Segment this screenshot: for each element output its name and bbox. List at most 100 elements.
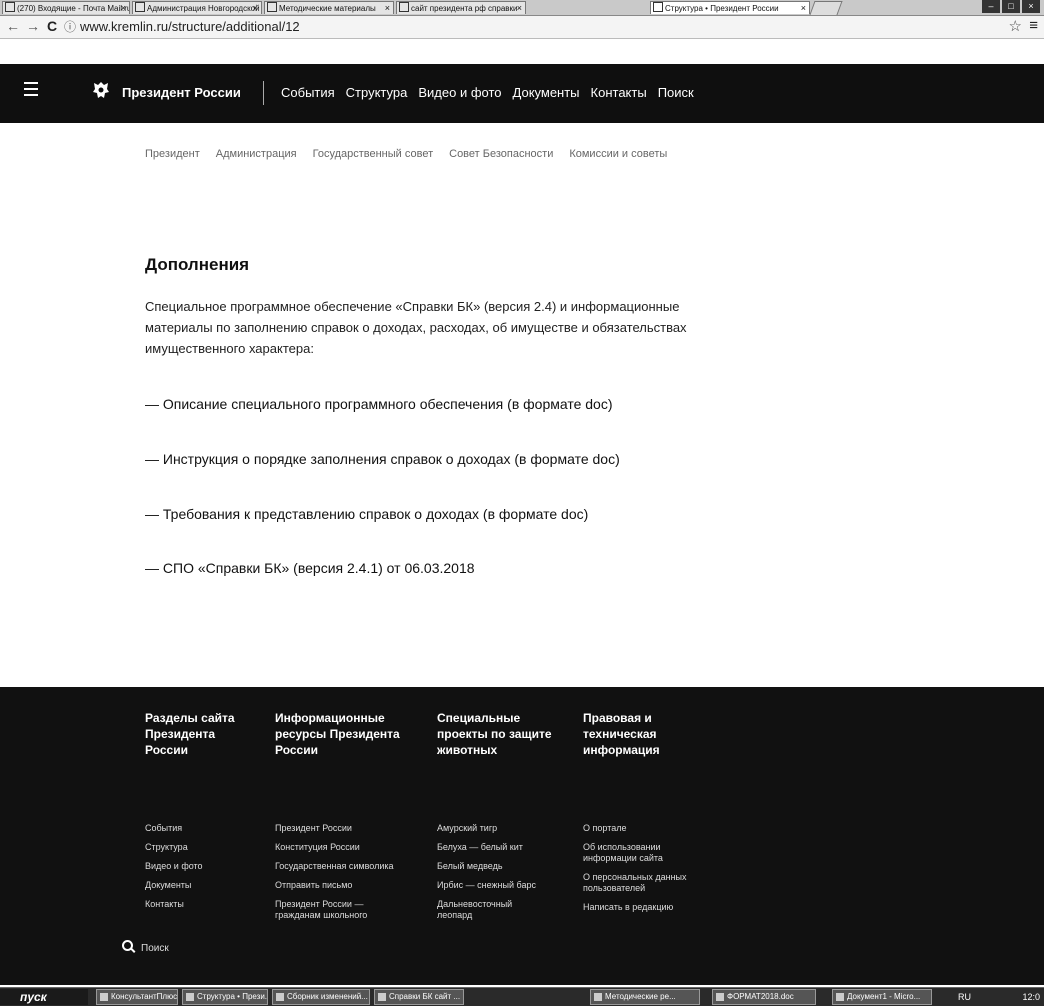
emblem-icon[interactable]: [92, 80, 110, 100]
start-button[interactable]: пуск: [0, 989, 88, 1005]
footer-link[interactable]: Конституция России: [275, 842, 395, 853]
maximize-icon[interactable]: □: [1002, 0, 1020, 13]
main-nav: События Структура Видео и фото Документы…: [281, 85, 694, 100]
os-taskbar: пуск КонсультантПлюс Структура • Прези..…: [0, 987, 1044, 1006]
footer-link[interactable]: Амурский тигр: [437, 823, 547, 834]
taskbar-item[interactable]: Документ1 - Micro...: [832, 989, 932, 1005]
site-header: Президент России События Структура Видео…: [0, 64, 1044, 123]
hamburger-menu-icon[interactable]: [24, 82, 38, 100]
tab-label: Структура • Президент России: [665, 4, 779, 13]
footer-link[interactable]: Документы: [145, 880, 285, 891]
footer-link[interactable]: Президент России — гражданам школьного: [275, 899, 395, 921]
site-title[interactable]: Президент России: [122, 85, 241, 100]
tab-label: Методические материалы: [279, 4, 376, 13]
footer-heading: Разделы сайта Президента России: [145, 711, 235, 757]
sub-nav: Президент Администрация Государственный …: [145, 148, 667, 160]
mail-icon: [5, 2, 15, 12]
language-indicator[interactable]: RU: [958, 989, 971, 1005]
close-icon[interactable]: ×: [385, 2, 390, 14]
footer-heading: Правовая и техническая информация: [583, 711, 660, 757]
footer-link[interactable]: События: [145, 823, 285, 834]
browser-tab[interactable]: сайт президента рф справки ×: [396, 1, 526, 14]
page-icon: [135, 2, 145, 12]
tab-label: сайт президента рф справки: [411, 4, 518, 13]
doc-link-requirements[interactable]: — Требования к представлению справок о д…: [145, 506, 588, 522]
browser-tab-bar: (270) Входящие - Почта Mail.ru × Админист…: [0, 0, 1044, 16]
subnav-president[interactable]: Президент: [145, 148, 200, 160]
new-tab-button[interactable]: [809, 1, 843, 15]
footer-link[interactable]: Структура: [145, 842, 285, 853]
title-divider: [263, 81, 264, 105]
footer-link[interactable]: Дальневосточный леопард: [437, 899, 547, 921]
footer-link[interactable]: Президент России: [275, 823, 395, 834]
minimize-icon[interactable]: –: [982, 0, 1000, 13]
browser-menu-icon[interactable]: ≡: [1029, 17, 1038, 34]
taskbar-item[interactable]: Структура • Прези...: [182, 989, 268, 1005]
page-title: Дополнения: [145, 255, 250, 274]
close-icon[interactable]: ×: [801, 2, 806, 14]
browser-tab[interactable]: Администрация Новгородской ×: [132, 1, 262, 14]
reload-icon[interactable]: C: [47, 18, 57, 34]
site-footer: Разделы сайта Президента России События …: [0, 687, 1044, 985]
nav-video-photo[interactable]: Видео и фото: [418, 85, 501, 100]
subnav-administration[interactable]: Администрация: [216, 148, 297, 160]
footer-link[interactable]: Об использовании информации сайта: [583, 842, 703, 864]
nav-structure[interactable]: Структура: [346, 85, 408, 100]
footer-link[interactable]: Ирбис — снежный барс: [437, 880, 547, 891]
window-controls: – □ ×: [982, 0, 1040, 15]
footer-link[interactable]: О портале: [583, 823, 703, 834]
footer-link[interactable]: Белуха — белый кит: [437, 842, 547, 853]
doc-link-software[interactable]: — СПО «Справки БК» (версия 2.4.1) от 06.…: [145, 560, 475, 576]
nav-search[interactable]: Поиск: [658, 85, 694, 100]
footer-link[interactable]: О персональных данных пользователей: [583, 872, 703, 894]
back-icon[interactable]: ←: [6, 18, 20, 34]
url-field[interactable]: www.kremlin.ru/structure/additional/12: [80, 19, 300, 34]
close-icon[interactable]: ×: [253, 2, 258, 14]
bookmark-star-icon[interactable]: ☆: [1009, 17, 1022, 35]
taskbar-item[interactable]: ФОРМАТ2018.doc: [712, 989, 816, 1005]
nav-events[interactable]: События: [281, 85, 335, 100]
footer-heading: Специальные проекты по защите животных: [437, 711, 552, 757]
tab-label: Администрация Новгородской: [147, 4, 260, 13]
close-window-icon[interactable]: ×: [1022, 0, 1040, 13]
close-icon[interactable]: ×: [121, 2, 126, 14]
subnav-commissions[interactable]: Комиссии и советы: [569, 148, 667, 160]
footer-link[interactable]: Написать в редакцию: [583, 902, 703, 913]
info-icon[interactable]: ⓘ: [64, 18, 76, 35]
footer-column-legal: Правовая и техническая информация О порт…: [583, 710, 698, 912]
footer-link[interactable]: Государственная символика: [275, 861, 395, 872]
subnav-state-council[interactable]: Государственный совет: [313, 148, 434, 160]
page-icon: [267, 2, 277, 12]
address-bar: ← → C ⓘ www.kremlin.ru/structure/additio…: [0, 16, 1044, 39]
footer-search-label: Поиск: [141, 943, 169, 954]
footer-heading: Информационные ресурсы Президента России: [275, 711, 400, 757]
page-icon: [653, 2, 663, 12]
footer-link[interactable]: Белый медведь: [437, 861, 547, 872]
footer-column-animals: Специальные проекты по защите животных А…: [437, 710, 562, 920]
footer-link[interactable]: Отправить письмо: [275, 880, 395, 891]
browser-tab[interactable]: (270) Входящие - Почта Mail.ru ×: [2, 1, 130, 14]
search-icon: [122, 940, 133, 951]
intro-text: Специальное программное обеспечение «Спр…: [145, 299, 687, 356]
nav-contacts[interactable]: Контакты: [591, 85, 647, 100]
taskbar-item[interactable]: КонсультантПлюс: [96, 989, 178, 1005]
google-icon: [399, 2, 409, 12]
tab-label: (270) Входящие - Почта Mail.ru: [17, 4, 130, 13]
taskbar-item[interactable]: Сборник изменений...: [272, 989, 370, 1005]
footer-link[interactable]: Видео и фото: [145, 861, 285, 872]
footer-link[interactable]: Контакты: [145, 899, 285, 910]
nav-documents[interactable]: Документы: [513, 85, 580, 100]
subnav-security-council[interactable]: Совет Безопасности: [449, 148, 553, 160]
taskbar-item[interactable]: Справки БК сайт ...: [374, 989, 464, 1005]
doc-link-instruction[interactable]: — Инструкция о порядке заполнения справо…: [145, 451, 620, 467]
close-icon[interactable]: ×: [517, 2, 522, 14]
browser-tab[interactable]: Методические материалы ×: [264, 1, 394, 14]
doc-link-description[interactable]: — Описание специального программного обе…: [145, 396, 613, 412]
footer-search[interactable]: Поиск: [122, 940, 169, 954]
footer-column-resources: Информационные ресурсы Президента России…: [275, 710, 405, 920]
footer-column-sections: Разделы сайта Президента России События …: [145, 710, 245, 909]
system-tray-clock: 12:0: [1022, 992, 1040, 1002]
forward-icon[interactable]: →: [26, 18, 40, 34]
browser-tab-active[interactable]: Структура • Президент России ×: [650, 1, 810, 14]
taskbar-item[interactable]: Методические ре...: [590, 989, 700, 1005]
